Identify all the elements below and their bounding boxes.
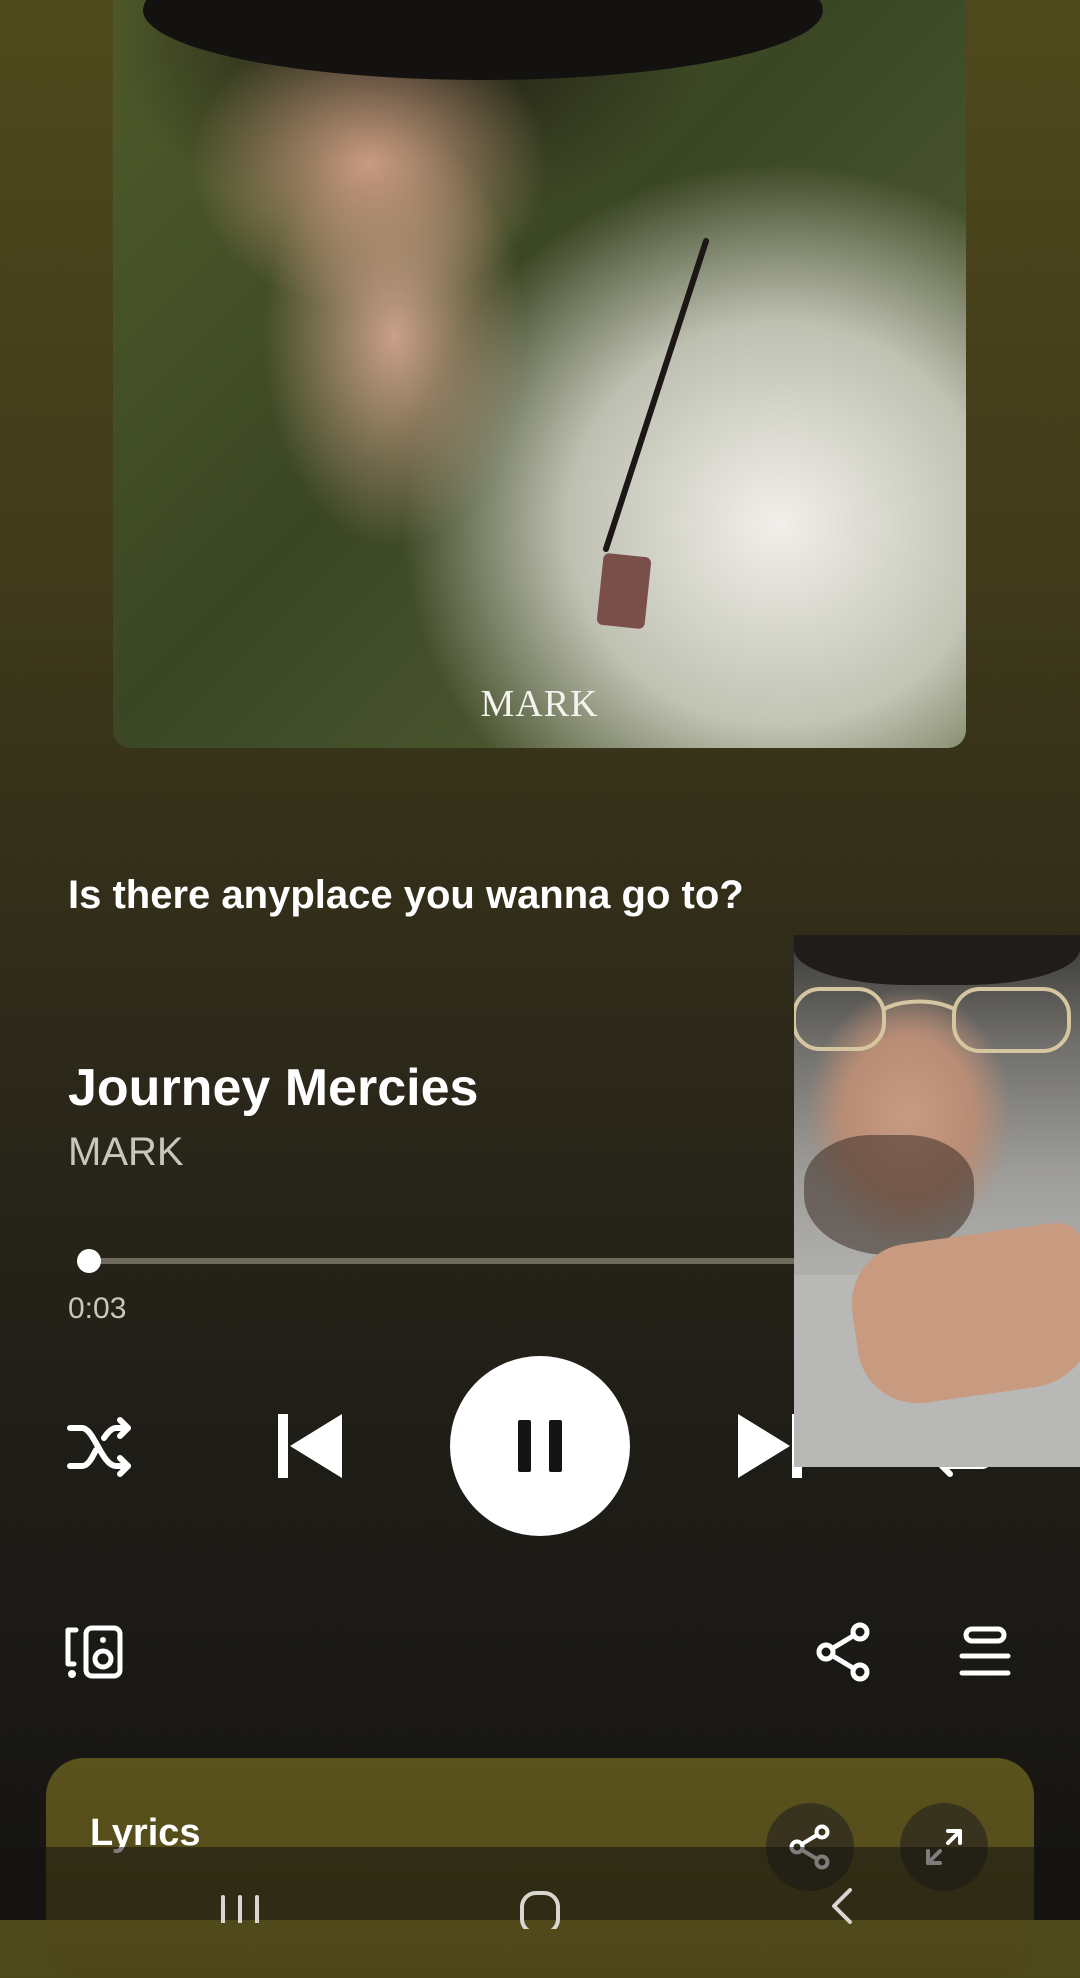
- connect-device-button[interactable]: [62, 1624, 126, 1680]
- nav-home-button[interactable]: [518, 1889, 562, 1929]
- shuffle-button[interactable]: [66, 1414, 136, 1480]
- connect-device-icon: [65, 1625, 123, 1679]
- queue-icon: [959, 1626, 1011, 1676]
- recents-icon: [221, 1895, 259, 1923]
- back-icon: [832, 1888, 852, 1924]
- nav-recents-button[interactable]: [217, 1893, 263, 1923]
- home-icon: [520, 1891, 560, 1929]
- album-art-hat: [143, 0, 823, 80]
- album-art: MARK: [113, 0, 966, 748]
- album-art-cord: [602, 237, 710, 553]
- pause-button[interactable]: [450, 1356, 630, 1536]
- pip-hair: [794, 935, 1080, 985]
- current-lyric-line: Is there anyplace you wanna go to?: [68, 873, 744, 917]
- time-elapsed: 0:03: [68, 1292, 127, 1325]
- album-art-label: MARK: [480, 683, 599, 725]
- glasses-shape: [794, 987, 1071, 1053]
- previous-button[interactable]: [276, 1410, 344, 1482]
- song-title: Journey Mercies: [68, 1059, 479, 1117]
- song-artist[interactable]: MARK: [68, 1130, 184, 1175]
- progress-thumb[interactable]: [77, 1249, 102, 1273]
- nav-back-button[interactable]: [826, 1886, 856, 1926]
- queue-button[interactable]: [958, 1626, 1012, 1680]
- album-art-pendant: [596, 552, 652, 630]
- share-button[interactable]: [816, 1622, 872, 1682]
- share-icon: [816, 1622, 870, 1682]
- pause-icon: [518, 1420, 562, 1472]
- shuffle-icon: [67, 1417, 131, 1477]
- skip-previous-icon: [278, 1414, 342, 1478]
- pip-camera-overlay[interactable]: [794, 935, 1080, 1467]
